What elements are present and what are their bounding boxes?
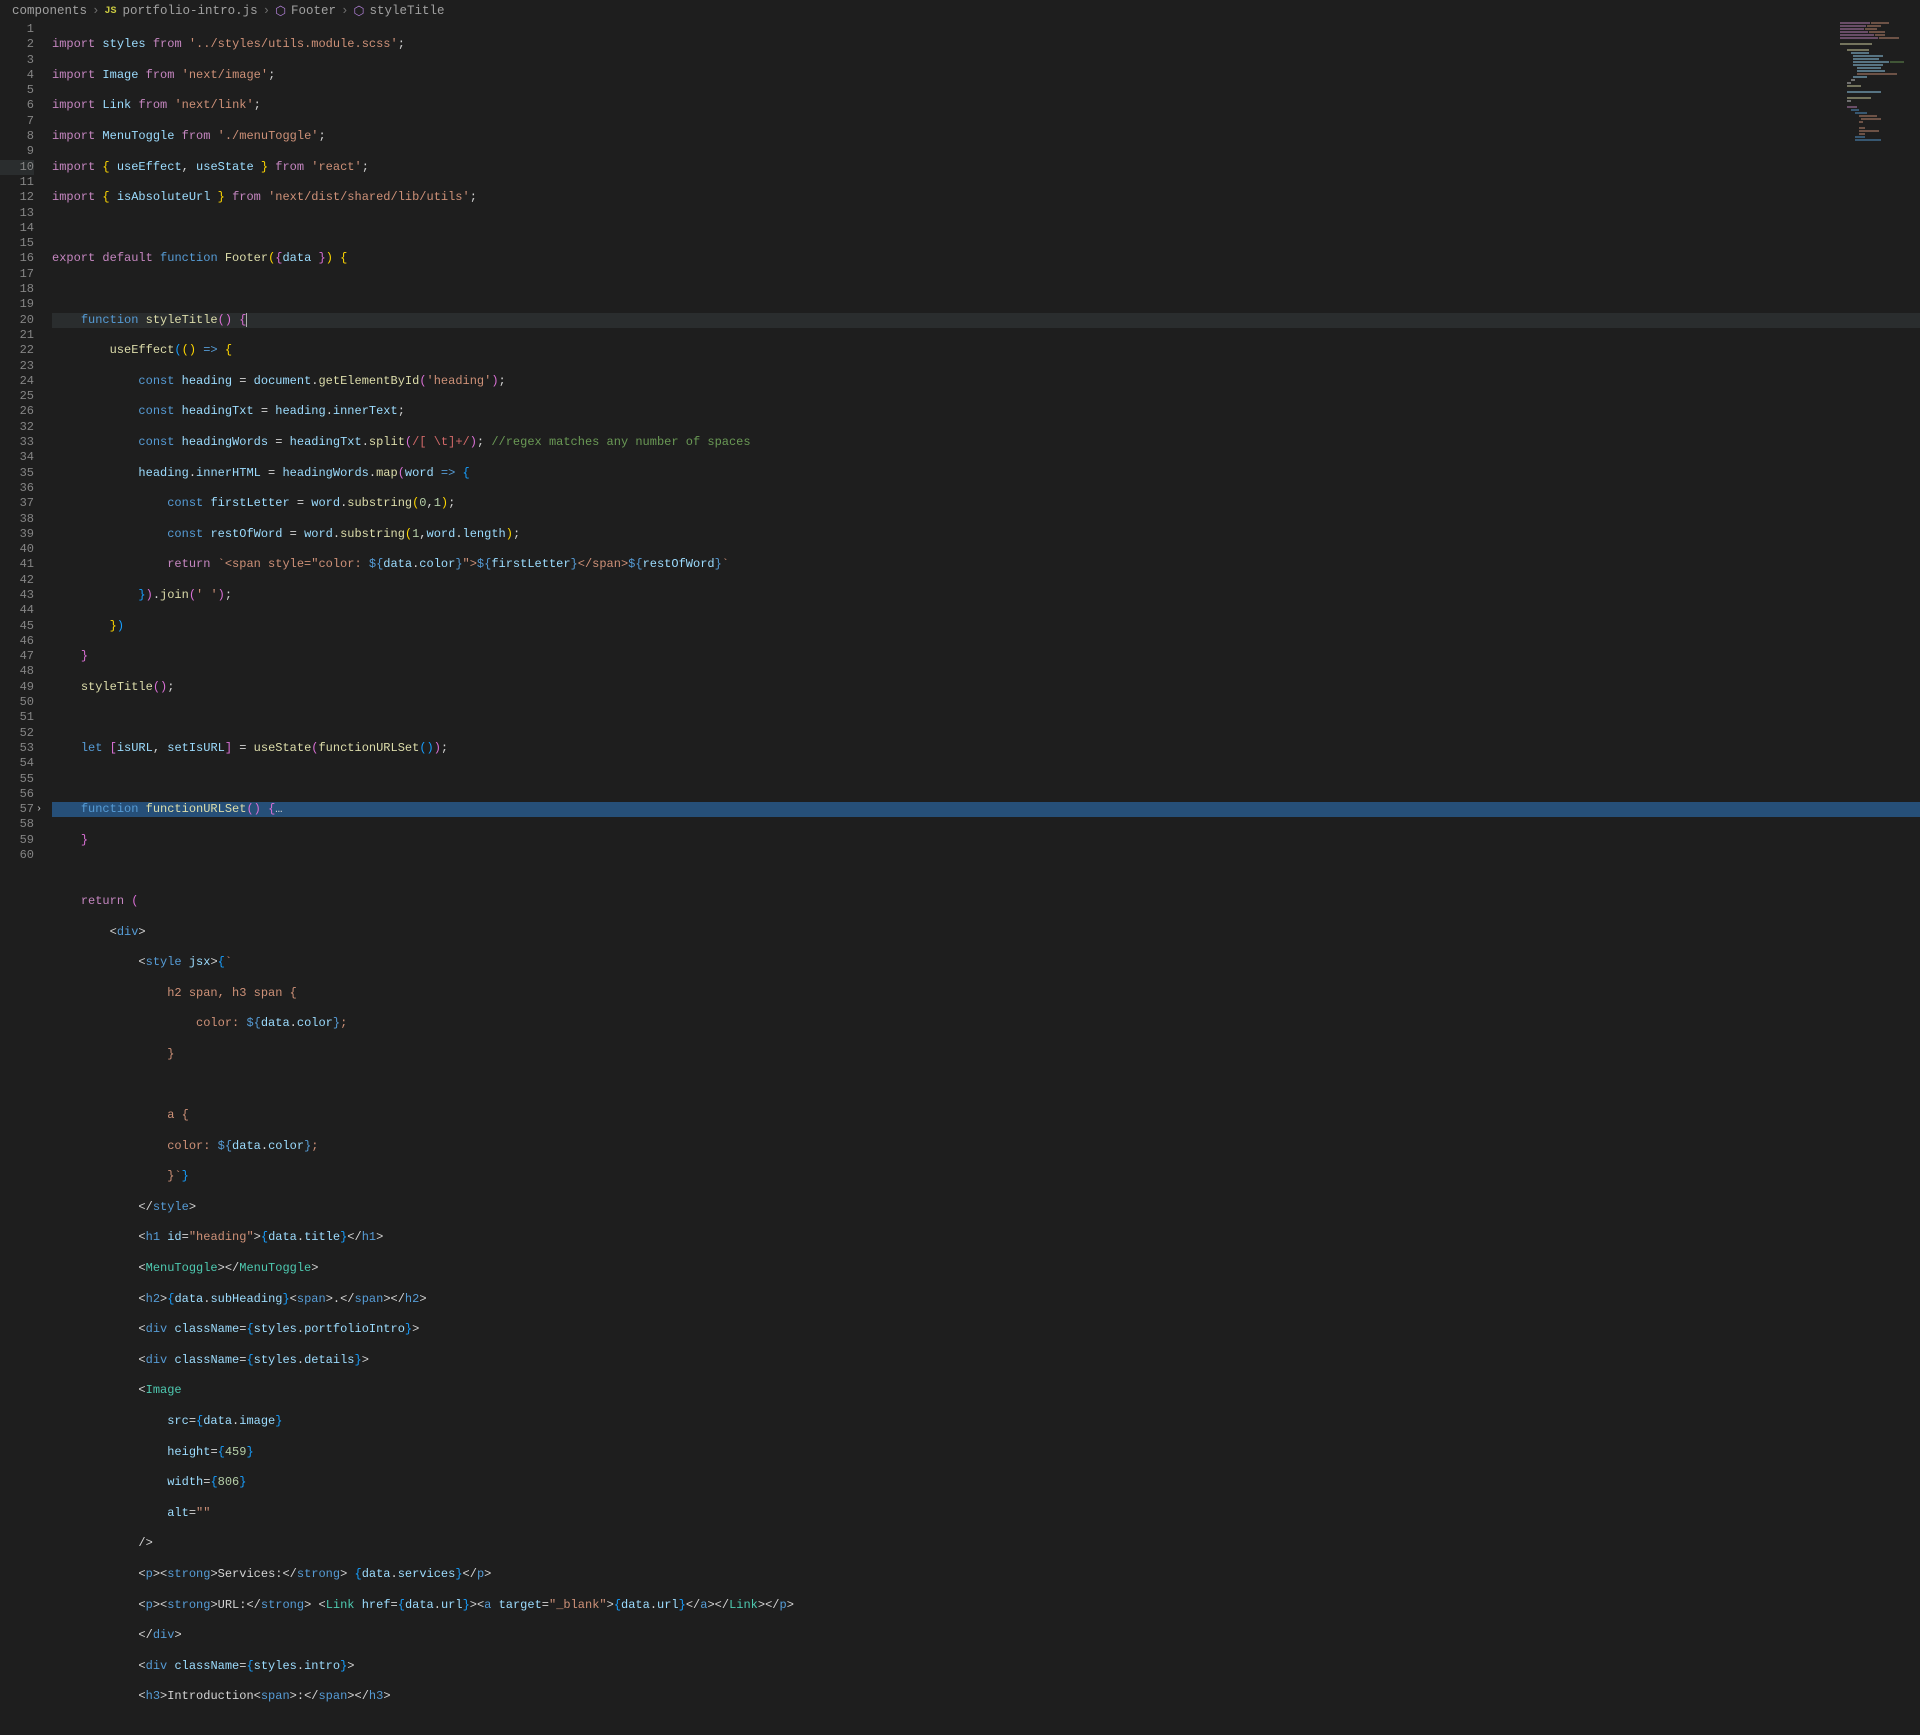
chevron-right-icon: › (341, 4, 349, 18)
breadcrumb-file[interactable]: portfolio-intro.js (123, 4, 258, 18)
chevron-right-icon: › (263, 4, 271, 18)
line-number-gutter: 1 2 3 4 5 6 7 8 9 10 11 12 13 14 15 16 1… (0, 22, 52, 1178)
editor[interactable]: 1 2 3 4 5 6 7 8 9 10 11 12 13 14 15 16 1… (0, 22, 1920, 1178)
breadcrumb-symbol[interactable]: styleTitle (369, 4, 444, 18)
symbol-icon: ⬡ (354, 3, 365, 19)
breadcrumb[interactable]: components › JS portfolio-intro.js › ⬡ F… (0, 0, 1920, 22)
breadcrumb-symbol[interactable]: Footer (291, 4, 336, 18)
symbol-icon: ⬡ (275, 3, 286, 19)
breadcrumb-folder[interactable]: components (12, 4, 87, 18)
fold-chevron-icon[interactable]: › (36, 802, 42, 817)
chevron-right-icon: › (92, 4, 100, 18)
code-area[interactable]: import styles from '../styles/utils.modu… (52, 22, 1920, 1178)
minimap[interactable] (1840, 22, 1920, 142)
js-file-icon: JS (105, 6, 117, 17)
